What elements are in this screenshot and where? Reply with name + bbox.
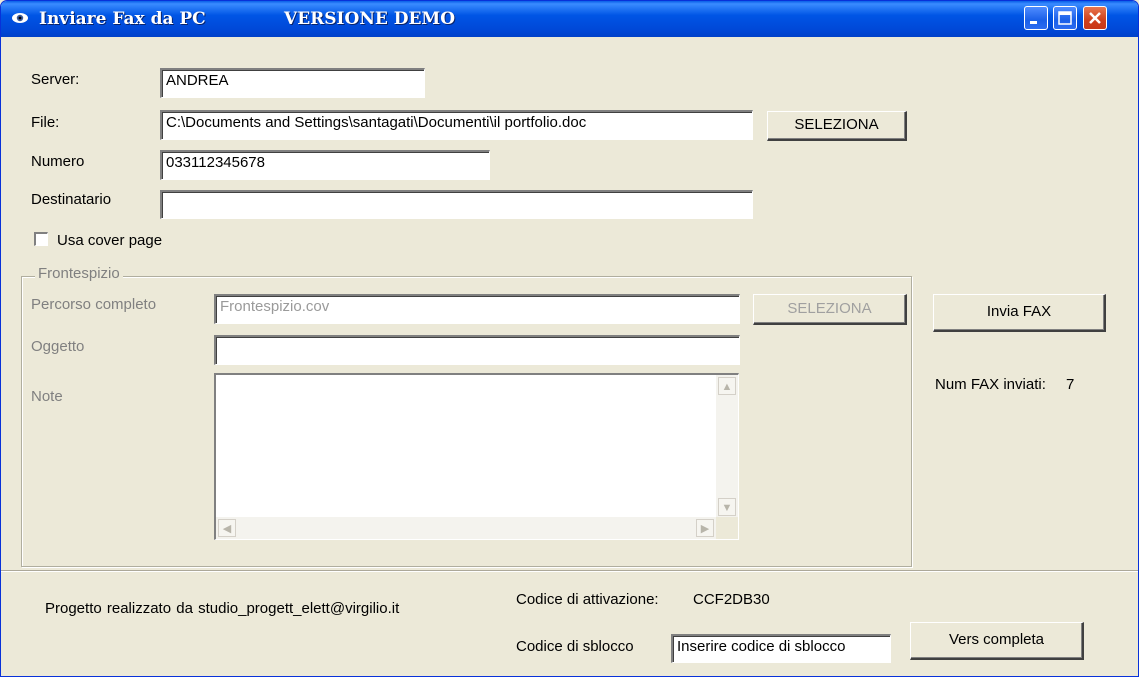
cover-select-button[interactable]: SELEZIONA [753,294,907,325]
scroll-right-icon[interactable]: ▶ [696,519,714,537]
percorso-label: Percorso completo [31,296,157,313]
frontespizio-group-title: Frontespizio [35,265,123,282]
demo-label: VERSIONE DEMO [284,9,456,29]
scroll-down-icon[interactable]: ▼ [718,498,736,516]
cover-page-checkbox[interactable] [34,232,48,246]
maximize-icon [1058,11,1072,25]
scroll-up-icon[interactable]: ▲ [718,377,736,395]
destinatario-input[interactable] [160,190,753,219]
note-vertical-scrollbar[interactable]: ▲ ▼ [716,375,738,518]
activation-code: CCF2DB30 [693,591,770,608]
cover-page-label: Usa cover page [57,232,163,249]
server-input[interactable]: ANDREA [160,68,425,98]
file-select-button[interactable]: SELEZIONA [767,111,907,141]
app-eye-icon [12,13,28,23]
fax-window: Inviare Fax da PC VERSIONE DEMO Server: … [0,0,1139,677]
note-label: Note [31,388,63,405]
credits-text: Progetto realizzato da studio_progett_el… [45,600,400,617]
oggetto-label: Oggetto [31,338,85,355]
unlock-code-input[interactable]: Inserire codice di sblocco [671,634,891,663]
file-path-input[interactable]: C:\Documents and Settings\santagati\Docu… [160,110,753,140]
sent-count-label: Num FAX inviati: [935,376,1046,393]
close-icon [1089,12,1101,24]
oggetto-input[interactable] [214,335,740,365]
title-bar[interactable]: Inviare Fax da PC VERSIONE DEMO [1,1,1138,37]
close-button[interactable] [1083,6,1107,30]
activation-label: Codice di attivazione: [516,591,659,608]
file-label: File: [31,114,60,131]
destinatario-label: Destinatario [31,191,112,208]
footer-separator [1,570,1138,572]
note-horizontal-scrollbar[interactable]: ◀ ▶ [216,517,716,539]
maximize-button[interactable] [1053,6,1077,30]
window-title: Inviare Fax da PC [39,9,206,29]
percorso-input[interactable]: Frontespizio.cov [214,294,740,324]
sent-count-value: 7 [1066,376,1075,393]
scrollbar-corner [716,517,738,539]
scroll-left-icon[interactable]: ◀ [218,519,236,537]
numero-input[interactable]: 033112345678 [160,150,490,180]
server-label: Server: [31,71,80,88]
minimize-icon [1030,21,1037,24]
numero-label: Numero [31,153,85,170]
note-textarea[interactable]: ▲ ▼ ◀ ▶ [214,373,739,540]
full-version-button[interactable]: Vers completa [910,622,1084,660]
unlock-label: Codice di sblocco [516,638,634,655]
send-fax-button[interactable]: Invia FAX [933,294,1106,332]
minimize-button[interactable] [1024,6,1048,30]
